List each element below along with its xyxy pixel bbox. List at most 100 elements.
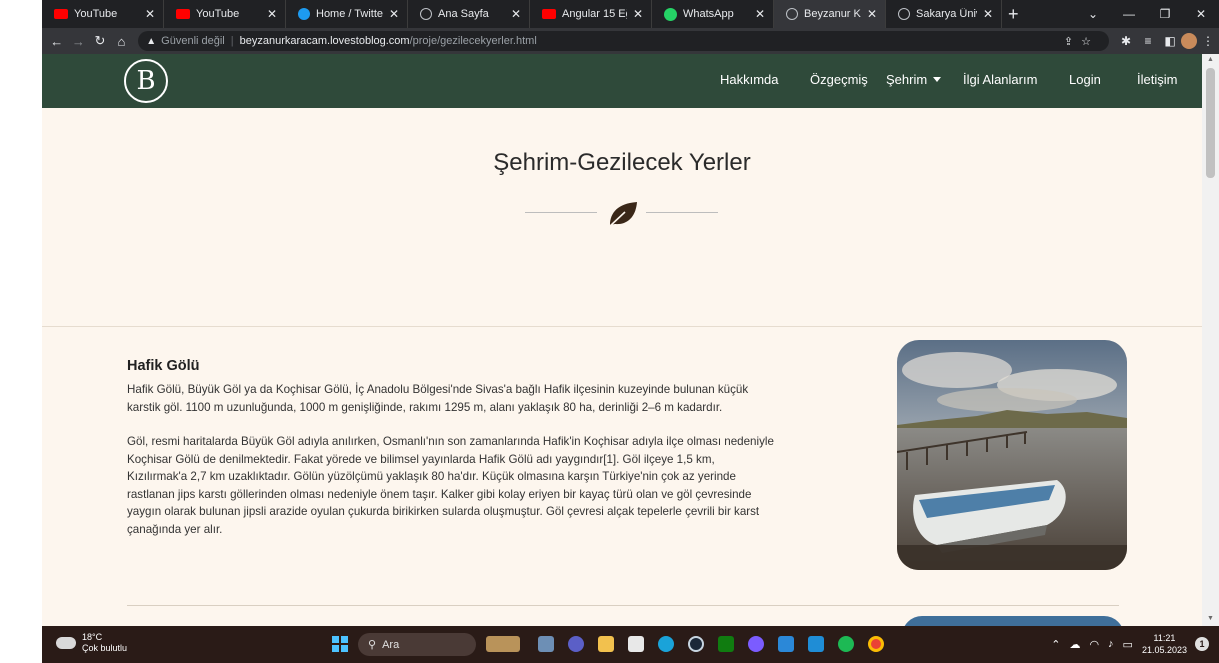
browser-tab[interactable]: YouTube ✕ — [164, 0, 286, 28]
search-label: Ara — [382, 638, 400, 651]
onedrive-cloud-icon[interactable]: ☁ — [1069, 638, 1080, 651]
notification-badge[interactable]: 1 — [1195, 637, 1209, 651]
nav-link-interests[interactable]: İlgi Alanlarım — [963, 72, 1037, 87]
globe-icon — [898, 8, 910, 20]
chrome-icon[interactable] — [868, 636, 884, 652]
scroll-up-icon[interactable]: ▲ — [1207, 56, 1214, 63]
reading-list-icon[interactable]: ≡ — [1137, 34, 1159, 48]
cloud-icon — [53, 633, 76, 649]
close-tab-icon[interactable]: ✕ — [633, 7, 643, 21]
browser-tab[interactable]: WhatsApp ✕ — [652, 0, 774, 28]
tab-title: Beyzanur Karaçam — [804, 8, 861, 20]
title-divider-left — [525, 212, 597, 213]
globe-icon — [786, 8, 798, 20]
teams-chat-icon[interactable] — [568, 636, 584, 652]
nav-link-cv[interactable]: Özgeçmiş — [810, 72, 868, 87]
new-tab-button[interactable]: + — [1008, 0, 1019, 28]
home-icon[interactable]: ⌂ — [111, 34, 133, 49]
whatsapp-icon — [664, 7, 677, 21]
browser-tab-strip: YouTube ✕ YouTube ✕ Home / Twitter ✕ Ana… — [42, 0, 1219, 28]
minimize-icon[interactable]: — — [1111, 7, 1147, 21]
restore-icon[interactable]: ❐ — [1147, 7, 1183, 21]
warning-triangle-icon[interactable]: ▲ — [146, 36, 156, 47]
leaf-icon — [608, 202, 637, 228]
edge-icon[interactable] — [658, 636, 674, 652]
file-explorer-icon[interactable] — [598, 636, 614, 652]
screen: YouTube ✕ YouTube ✕ Home / Twitter ✕ Ana… — [0, 0, 1219, 663]
twitter-icon — [298, 8, 310, 20]
nav-link-about[interactable]: Hakkımda — [720, 72, 779, 87]
close-tab-icon[interactable]: ✕ — [983, 7, 993, 21]
battery-icon[interactable]: ▭ — [1123, 638, 1133, 651]
section-paragraph-2: Göl, resmi haritalarda Büyük Göl adıyla … — [127, 435, 774, 536]
scroll-down-icon[interactable]: ▼ — [1207, 615, 1214, 622]
url-domain: beyzanurkaracam.lovestoblog.com — [239, 35, 410, 47]
reload-icon[interactable]: ↻ — [89, 33, 111, 49]
youtube-icon — [176, 9, 190, 19]
url-path: /proje/gezilecekyerler.html — [409, 35, 537, 47]
tab-title: YouTube — [74, 8, 118, 20]
menu-icon[interactable]: ⋮ — [1197, 34, 1219, 48]
side-panel-icon[interactable]: ◧ — [1159, 34, 1181, 48]
windows-start-icon[interactable] — [332, 636, 348, 652]
section-title: Hafik Gölü — [127, 358, 200, 374]
widgets-icon[interactable] — [486, 636, 520, 652]
tab-title: Angular 15 Eğitim — [562, 8, 627, 20]
taskbar: 18°C Çok bulutlu ⚲ Ara ⌃ ☁ ◠ ♪ ▭ 11:21 2… — [42, 626, 1219, 663]
security-label: Güvenli değil — [161, 35, 225, 47]
close-tab-icon[interactable]: ✕ — [267, 7, 277, 21]
browser-toolbar: ← → ↻ ⌂ ▲ Güvenli değil | beyzanurkaraca… — [42, 28, 1219, 54]
toolbar-icons: ✱ ≡ ◧ ⋮ — [1115, 33, 1219, 49]
nav-link-city[interactable]: Şehrim — [886, 72, 942, 87]
close-window-icon[interactable]: ✕ — [1183, 7, 1219, 21]
tab-title: Sakarya Üniversit — [916, 8, 977, 20]
close-tab-icon[interactable]: ✕ — [389, 7, 399, 21]
nav-link-contact[interactable]: İletişim — [1137, 72, 1177, 87]
nav-link-login[interactable]: Login — [1069, 72, 1101, 87]
extensions-icon[interactable]: ✱ — [1115, 34, 1137, 48]
xbox-icon[interactable] — [718, 636, 734, 652]
address-bar[interactable]: ▲ Güvenli değil | beyzanurkaracam.lovest… — [138, 31, 1109, 51]
tab-search-icon[interactable]: ⌄ — [1075, 7, 1111, 21]
forward-arrow-icon[interactable]: → — [68, 34, 90, 49]
show-hidden-icons-chevron-icon[interactable]: ⌃ — [1051, 638, 1060, 651]
close-tab-icon[interactable]: ✕ — [867, 7, 877, 21]
tab-title: WhatsApp — [683, 8, 734, 20]
share-bookmark-icons[interactable]: ⇪☆ — [1064, 35, 1099, 48]
microsoft-store-icon[interactable] — [628, 636, 644, 652]
task-view-icon[interactable] — [538, 636, 554, 652]
youtube-icon — [542, 9, 556, 19]
close-tab-icon[interactable]: ✕ — [145, 7, 155, 21]
page-title: Şehrim-Gezilecek Yerler — [493, 149, 751, 176]
taskbar-search[interactable]: ⚲ Ara — [358, 633, 476, 656]
browser-tab[interactable]: Angular 15 Eğitim ✕ — [530, 0, 652, 28]
browser-tab[interactable]: YouTube ✕ — [42, 0, 164, 28]
volume-icon[interactable]: ♪ — [1108, 638, 1114, 650]
browser-tab[interactable]: Ana Sayfa ✕ — [408, 0, 530, 28]
section-divider — [127, 605, 1119, 606]
browser-tab[interactable]: Sakarya Üniversit ✕ — [886, 0, 1002, 28]
site-logo[interactable]: B — [124, 59, 168, 103]
profile-avatar-icon[interactable] — [1180, 33, 1197, 49]
back-arrow-icon[interactable]: ← — [46, 34, 68, 49]
browser-tab-active[interactable]: Beyzanur Karaçam ✕ — [774, 0, 886, 28]
scrollbar-thumb[interactable] — [1206, 68, 1215, 178]
close-tab-icon[interactable]: ✕ — [511, 7, 521, 21]
wifi-icon[interactable]: ◠ — [1089, 638, 1099, 651]
tab-title: Ana Sayfa — [438, 8, 489, 20]
launcher-icon[interactable] — [808, 636, 824, 652]
section-paragraph-1: Hafik Gölü, Büyük Göl ya da Koçhisar Göl… — [127, 383, 749, 414]
weather-widget[interactable]: 18°C Çok bulutlu — [53, 632, 128, 654]
weather-description: Çok bulutlu — [82, 643, 128, 653]
steam-icon[interactable] — [688, 636, 704, 652]
section-divider — [42, 326, 1202, 327]
spotify-icon[interactable] — [838, 636, 854, 652]
browser-tab[interactable]: Home / Twitter ✕ — [286, 0, 408, 28]
address-separator: | — [230, 35, 234, 47]
next-section-photo — [902, 616, 1124, 626]
close-tab-icon[interactable]: ✕ — [755, 7, 765, 21]
scrollbar[interactable]: ▲ ▼ — [1202, 54, 1219, 626]
taskbar-clock[interactable]: 11:21 21.05.2023 — [1142, 632, 1187, 656]
mail-icon[interactable] — [778, 636, 794, 652]
app-icon[interactable] — [748, 636, 764, 652]
